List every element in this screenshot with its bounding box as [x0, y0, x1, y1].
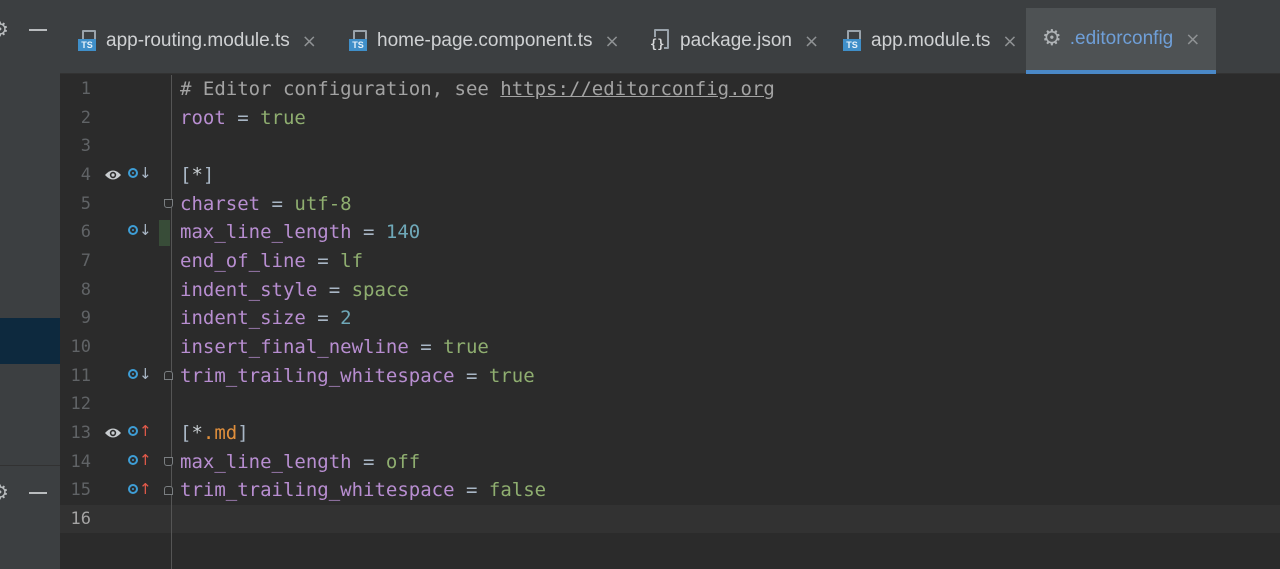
code-line: root = true — [180, 107, 306, 129]
tab-app-routing-module[interactable]: TS app-routing.module.ts × — [62, 8, 332, 74]
tab-label: .editorconfig — [1069, 28, 1174, 49]
code-line: indent_size = 2 — [180, 307, 352, 329]
code-line: max_line_length = 140 — [180, 221, 421, 243]
tab-label: app-routing.module.ts — [106, 30, 290, 51]
minimize-icon[interactable] — [29, 492, 47, 494]
fold-marker-icon[interactable] — [164, 457, 173, 466]
tab-app-module[interactable]: TS app.module.ts × — [827, 8, 1025, 74]
code-line: charset = utf-8 — [180, 193, 352, 215]
editor-tab-bar: TS app-routing.module.ts × TS home-page.… — [60, 0, 1280, 74]
settings-gear-icon[interactable]: ⚙ — [0, 19, 9, 39]
settings-gear-icon[interactable]: ⚙ — [0, 482, 9, 502]
vcs-change-marker[interactable] — [159, 220, 170, 246]
close-icon[interactable]: × — [804, 31, 819, 52]
line-number: 2 — [80, 108, 91, 128]
overrides-icon[interactable]: ↑ — [128, 422, 152, 443]
overrides-icon[interactable]: ↑ — [128, 451, 152, 472]
line-number: 6 — [80, 222, 91, 242]
code-line: indent_style = space — [180, 279, 409, 301]
tab-home-page-component[interactable]: TS home-page.component.ts × — [333, 8, 633, 74]
code-line: end_of_line = lf — [180, 250, 364, 272]
eye-icon[interactable] — [104, 427, 122, 439]
line-number: 4 — [80, 165, 91, 185]
tab-label: app.module.ts — [871, 30, 991, 51]
tab-label: package.json — [680, 30, 792, 51]
line-number: 13 — [70, 423, 91, 443]
code-line: trim_trailing_whitespace = false — [180, 479, 547, 501]
overridden-by-icon[interactable]: ↓ — [128, 365, 152, 386]
minimize-icon[interactable] — [29, 29, 47, 31]
fold-marker-icon[interactable] — [164, 486, 173, 495]
gear-icon: ⚙ — [1042, 26, 1062, 51]
fold-marker-icon[interactable] — [164, 371, 173, 380]
eye-icon[interactable] — [104, 169, 122, 181]
url-link[interactable]: https://editorconfig.org — [500, 78, 775, 100]
line-number: 9 — [80, 308, 91, 328]
tab-label: home-page.component.ts — [377, 30, 593, 51]
line-number: 5 — [80, 194, 91, 214]
overrides-icon[interactable]: ↑ — [128, 480, 152, 501]
code-line: [*] — [180, 164, 215, 186]
overridden-by-icon[interactable]: ↓ — [128, 221, 152, 242]
code-line: # Editor configuration, see https://edit… — [180, 78, 775, 100]
line-number: 11 — [70, 366, 91, 386]
ts-file-icon: TS — [78, 30, 98, 52]
code-line: [*.md] — [180, 422, 249, 444]
ts-file-icon: TS — [843, 30, 863, 52]
code-line: insert_final_newline = true — [180, 336, 489, 358]
code-line: max_line_length = off — [180, 451, 421, 473]
code-line: trim_trailing_whitespace = true — [180, 365, 535, 387]
fold-marker-icon[interactable] — [164, 199, 173, 208]
tool-window-controls-top: ⚙ — [0, 0, 60, 60]
line-number: 14 — [70, 452, 91, 472]
tab-package-json[interactable]: {} package.json × — [634, 8, 826, 74]
overridden-by-icon[interactable]: ↓ — [128, 164, 152, 185]
line-number: 10 — [70, 337, 91, 357]
tool-window-controls-bottom: ⚙ — [0, 463, 60, 523]
close-icon[interactable]: × — [604, 31, 619, 52]
close-icon[interactable]: × — [1002, 31, 1017, 52]
current-line-highlight — [60, 505, 1280, 533]
line-number: 3 — [80, 136, 91, 156]
project-tool-window: ⚙ ⚙ — [0, 0, 60, 569]
json-file-icon: {} — [650, 29, 672, 53]
line-number-current: 16 — [70, 509, 91, 529]
tab-editorconfig[interactable]: ⚙ .editorconfig × — [1026, 8, 1216, 74]
close-icon[interactable]: × — [302, 31, 317, 52]
line-number: 7 — [80, 251, 91, 271]
ts-file-icon: TS — [349, 30, 369, 52]
line-number: 1 — [80, 79, 91, 99]
selected-tree-item[interactable] — [0, 318, 60, 364]
line-number: 8 — [80, 280, 91, 300]
line-number: 12 — [70, 394, 91, 414]
close-icon[interactable]: × — [1185, 29, 1200, 50]
line-number: 15 — [70, 480, 91, 500]
